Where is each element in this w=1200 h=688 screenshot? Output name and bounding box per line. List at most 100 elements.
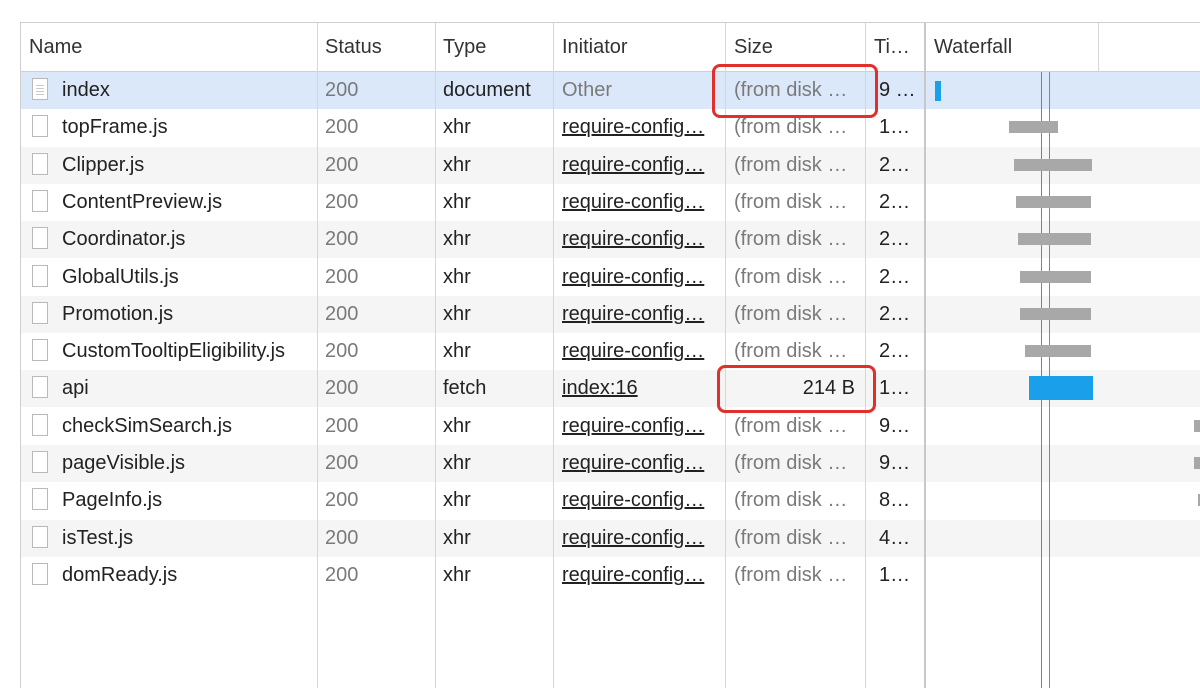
request-initiator-link[interactable]: require-config… <box>554 259 725 296</box>
request-name-text: PageInfo.js <box>62 489 163 512</box>
request-name: Clipper.js <box>21 147 317 184</box>
waterfall-divider <box>924 23 926 688</box>
annotation-highlight-size-index <box>712 64 878 118</box>
request-time: 2… <box>879 190 911 213</box>
request-name: checkSimSearch.js <box>21 408 317 445</box>
request-name-text: isTest.js <box>62 526 134 549</box>
request-status: 200 <box>325 452 359 474</box>
request-status: 200 <box>325 563 359 586</box>
request-name-text: api <box>62 377 89 400</box>
waterfall-bar <box>1025 345 1091 358</box>
request-initiator-link[interactable]: require-config… <box>554 109 725 146</box>
file-icon <box>32 152 48 175</box>
waterfall-bar <box>1016 195 1091 208</box>
request-time: 8… <box>879 489 911 512</box>
request-initiator-link[interactable]: require-config… <box>554 408 725 445</box>
request-name: ContentPreview.js <box>21 184 317 221</box>
column-divider <box>725 23 726 688</box>
waterfall-bar <box>1020 307 1091 320</box>
request-initiator-link[interactable]: require-config… <box>554 296 725 333</box>
request-row[interactable]: pageVisible.js 200 xhr require-config… (from… <box>21 445 1200 482</box>
request-type: xhr <box>443 116 471 139</box>
request-status: 200 <box>325 414 359 437</box>
request-name: domReady.js <box>21 557 317 594</box>
request-status: 200 <box>325 79 359 101</box>
request-type: xhr <box>443 452 471 474</box>
request-initiator: Other <box>562 79 613 101</box>
request-size: (from disk … <box>734 190 848 213</box>
request-type: xhr <box>443 340 471 363</box>
request-name-text: Promotion.js <box>62 302 174 325</box>
waterfall-bar <box>1029 376 1093 401</box>
request-name-text: topFrame.js <box>62 116 168 139</box>
request-type: xhr <box>443 153 471 176</box>
request-initiator-link[interactable]: require-config… <box>554 557 725 594</box>
request-status: 200 <box>325 377 359 400</box>
request-name: GlobalUtils.js <box>21 259 317 296</box>
file-icon <box>32 339 48 362</box>
file-icon <box>32 488 48 511</box>
request-initiator-link[interactable]: require-config… <box>554 520 725 557</box>
request-size: (from disk … <box>734 153 848 176</box>
column-header-waterfall[interactable]: Waterfall <box>926 23 1096 71</box>
request-row[interactable]: domReady.js 200 xhr require-config… (from di… <box>21 557 1200 594</box>
request-type: xhr <box>443 190 471 213</box>
request-time: 2… <box>879 153 911 176</box>
request-row[interactable]: isTest.js 200 xhr require-config… (from disk… <box>21 519 1200 557</box>
request-row[interactable]: CustomTooltipEligibility.js 200 xhr require… <box>21 333 1200 370</box>
request-time: 9… <box>879 452 911 474</box>
request-status: 200 <box>325 302 359 325</box>
request-size: (from disk … <box>734 563 848 586</box>
column-header-time[interactable]: Ti… <box>866 23 924 71</box>
file-icon <box>32 264 48 287</box>
request-type: xhr <box>443 489 471 512</box>
request-row[interactable]: PageInfo.js 200 xhr require-config… (from di… <box>21 482 1200 519</box>
column-divider <box>317 23 318 688</box>
request-name-text: ContentPreview.js <box>62 190 223 213</box>
request-name-text: GlobalUtils.js <box>62 265 179 288</box>
request-initiator-link[interactable]: require-config… <box>554 147 725 184</box>
waterfall-bar <box>1018 233 1091 246</box>
request-type: xhr <box>443 563 471 586</box>
request-time: 9 … <box>879 79 916 101</box>
left-panel-edge <box>0 22 21 688</box>
request-status: 200 <box>325 526 359 549</box>
request-status: 200 <box>325 489 359 512</box>
request-name-text: checkSimSearch.js <box>62 414 233 437</box>
waterfall-bar <box>1020 270 1091 283</box>
file-icon <box>32 451 48 473</box>
request-time: 2… <box>879 302 911 325</box>
request-time: 2… <box>879 228 911 251</box>
request-size: (from disk … <box>734 489 848 512</box>
column-header-status[interactable]: Status <box>317 23 435 71</box>
request-status: 200 <box>325 265 359 288</box>
file-icon <box>32 525 48 548</box>
request-time: 1… <box>879 563 911 586</box>
request-size: (from disk … <box>734 414 848 437</box>
request-initiator-link[interactable]: index:16 <box>554 370 725 407</box>
column-header-initiator[interactable]: Initiator <box>554 23 725 71</box>
request-name: pageVisible.js <box>21 445 317 482</box>
request-time: 2… <box>879 340 911 363</box>
request-time: 1… <box>879 377 911 400</box>
request-row[interactable]: checkSimSearch.js 200 xhr require-config… (f… <box>21 408 1200 445</box>
request-name: Promotion.js <box>21 296 317 333</box>
waterfall-bar <box>935 81 941 101</box>
waterfall-header-divider <box>1098 23 1099 72</box>
request-initiator-link[interactable]: require-config… <box>554 184 725 221</box>
request-name: isTest.js <box>21 520 317 557</box>
column-header-type[interactable]: Type <box>435 23 553 71</box>
waterfall-bar <box>1194 457 1200 469</box>
column-header-name[interactable]: Name <box>21 23 317 71</box>
request-initiator-link[interactable]: require-config… <box>554 482 725 519</box>
request-initiator-link[interactable]: require-config… <box>554 445 725 482</box>
request-initiator-link[interactable]: require-config… <box>554 221 725 258</box>
request-row[interactable]: index 200 document Other (from disk … 9 … <box>21 72 1200 109</box>
request-time: 1… <box>879 116 911 139</box>
waterfall-bar <box>1194 419 1200 432</box>
request-status: 200 <box>325 228 359 251</box>
request-initiator-link[interactable]: require-config… <box>554 333 725 370</box>
request-size: (from disk … <box>734 302 848 325</box>
file-icon <box>32 227 48 250</box>
request-row[interactable]: api 200 fetch index:16 214 B 1… <box>21 370 1200 408</box>
